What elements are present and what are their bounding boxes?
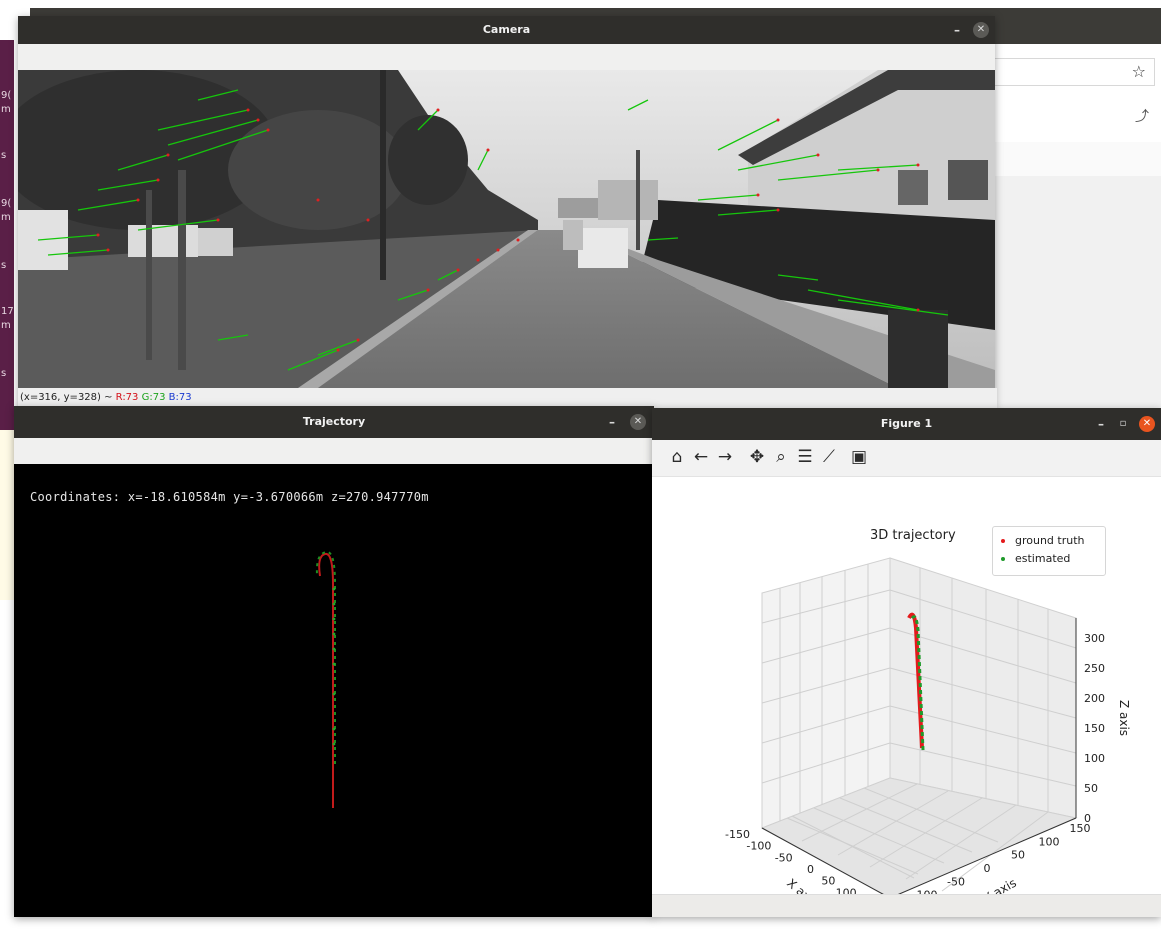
street-scene-image [18, 70, 995, 388]
configure-subplots-icon[interactable]: ☰ [794, 446, 816, 468]
z-tick-label: 250 [1084, 662, 1105, 675]
figure-titlebar[interactable]: Figure 1 – ▫ ✕ [652, 408, 1161, 440]
window-title: Trajectory [302, 415, 366, 428]
background-text-fragment: 9( [1, 198, 12, 209]
z-axis-ticks: 050100150200250300 [1084, 632, 1105, 825]
pan-icon[interactable]: ✥ [746, 446, 768, 468]
save-icon[interactable]: ▣ [848, 446, 870, 468]
camera-window: Camera – ✕ (x=316, y=328) ~ R:73 G:73 B:… [18, 16, 997, 408]
x-tick-label: 0 [807, 863, 814, 876]
background-note [0, 430, 14, 600]
minimize-icon[interactable]: – [604, 414, 620, 430]
background-text-fragment: m [1, 104, 11, 115]
z-tick-label: 200 [1084, 692, 1105, 705]
home-icon[interactable]: ⌂ [666, 446, 688, 468]
pixel-info-status: (x=316, y=328) ~ R:73 G:73 B:73 [18, 388, 997, 408]
back-arrow-icon[interactable]: ← [690, 446, 712, 468]
trajectory-window: Trajectory – ✕ Coordinates: x=-18.610584… [14, 406, 654, 917]
matplotlib-toolbar: ⌂ ← → ✥ ⌕ ☰ ⟋ ▣ [652, 440, 1161, 477]
z-tick-label: 100 [1084, 752, 1105, 765]
legend-item-ground-truth: ground truth [1001, 533, 1085, 549]
y-tick-label: 0 [984, 862, 991, 875]
x-tick-label: -50 [775, 851, 793, 864]
figure-status-bar [652, 894, 1161, 917]
close-icon[interactable]: ✕ [630, 414, 646, 430]
y-tick-label: -50 [947, 875, 965, 888]
background-browser-row [995, 142, 1161, 177]
figure-window: Figure 1 – ▫ ✕ ⌂ ← → ✥ ⌕ ☰ ⟋ ▣ 3D trajec… [652, 408, 1161, 917]
pixel-red-value: R:73 [115, 392, 139, 403]
z-axis-label: Z axis [1117, 700, 1131, 736]
background-text-fragment: 17 [1, 306, 14, 317]
camera-titlebar[interactable]: Camera – ✕ [18, 16, 995, 44]
trajectory-titlebar[interactable]: Trajectory – ✕ [14, 406, 654, 438]
background-url-bar[interactable]: ☆ [995, 58, 1155, 86]
pixel-blue-value: B:73 [168, 392, 192, 403]
edit-axis-icon[interactable]: ⟋ [818, 446, 840, 468]
background-text-fragment: m [1, 212, 11, 223]
pixel-position: (x=316, y=328) ~ [20, 392, 116, 403]
background-terminal-strip: 9( m s 9( m s 17 m s [0, 40, 14, 430]
trending-icon: ⤴ [1135, 109, 1149, 125]
y-tick-label: 50 [1011, 849, 1025, 862]
background-panel [995, 176, 1161, 416]
trajectory-path [315, 550, 336, 808]
trajectory-canvas[interactable]: Coordinates: x=-18.610584m y=-3.670066m … [14, 464, 654, 917]
background-text-fragment: s [1, 368, 7, 379]
pixel-green-value: G:73 [141, 392, 166, 403]
background-text-fragment: m [1, 320, 11, 331]
y-tick-label: 100 [1039, 835, 1060, 848]
bookmark-star-icon[interactable]: ☆ [1132, 62, 1146, 81]
forward-arrow-icon[interactable]: → [714, 446, 736, 468]
background-text-fragment: 9( [1, 90, 12, 101]
camera-image[interactable] [18, 70, 995, 388]
x-tick-label: 50 [821, 875, 835, 888]
maximize-icon[interactable]: ▫ [1115, 416, 1131, 432]
z-tick-label: 50 [1084, 782, 1098, 795]
minimize-icon[interactable]: – [1093, 416, 1109, 432]
y-tick-label: 150 [1070, 822, 1091, 835]
z-tick-label: 300 [1084, 632, 1105, 645]
chart-legend: ground truth estimated [992, 526, 1106, 576]
window-title: Figure 1 [880, 417, 933, 430]
legend-marker-red [1001, 539, 1005, 543]
legend-marker-green [1001, 557, 1005, 561]
background-text-fragment: s [1, 260, 7, 271]
legend-label: estimated [1015, 552, 1071, 565]
x-tick-label: -100 [746, 840, 771, 853]
background-text-fragment: s [1, 150, 7, 161]
background-browser-row: ⤴ [995, 92, 1161, 143]
close-icon[interactable]: ✕ [1139, 416, 1155, 432]
legend-item-estimated: estimated [1001, 551, 1070, 567]
legend-label: ground truth [1015, 534, 1085, 547]
window-title: Camera [482, 23, 531, 36]
z-tick-label: 150 [1084, 722, 1105, 735]
close-icon[interactable]: ✕ [973, 22, 989, 38]
zoom-icon[interactable]: ⌕ [770, 446, 792, 468]
minimize-icon[interactable]: – [949, 22, 965, 38]
